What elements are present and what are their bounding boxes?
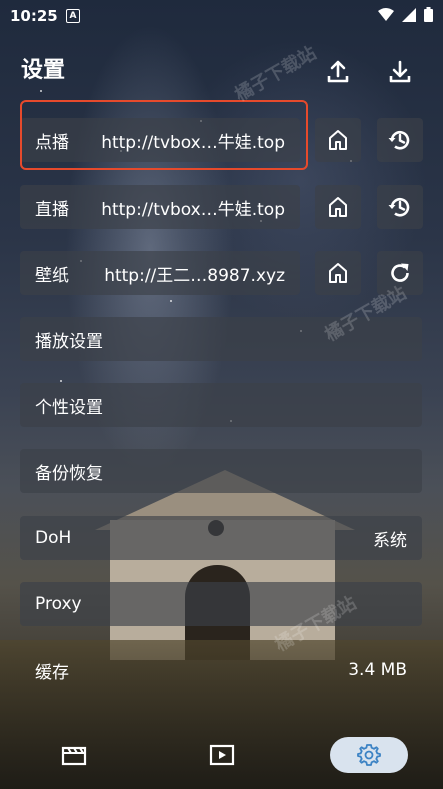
battery-icon [424, 7, 433, 22]
doh-label: DoH [35, 528, 72, 548]
doh-value: 系统 [373, 530, 407, 551]
backup-restore-item[interactable]: 备份恢复 [20, 449, 422, 493]
vod-highlight-outline [20, 100, 308, 170]
status-time: 10:25 [10, 7, 58, 25]
live-history-button[interactable] [377, 185, 423, 229]
proxy-item[interactable]: Proxy [20, 582, 422, 626]
proxy-label: Proxy [35, 594, 82, 614]
status-bar: 10:25 A [0, 0, 443, 32]
history-icon [388, 198, 410, 217]
vod-home-button[interactable] [315, 118, 361, 162]
cache-value: 3.4 MB [348, 660, 407, 680]
live-source-field[interactable]: 直播 http://tvbox…牛娃.top [20, 185, 300, 229]
wallpaper-url: http://王二…8987.xyz [104, 265, 285, 286]
doh-item[interactable]: DoH 系统 [20, 516, 422, 560]
wallpaper-source-field[interactable]: 壁纸 http://王二…8987.xyz [20, 251, 300, 295]
history-icon [388, 131, 410, 150]
download-icon[interactable] [386, 58, 414, 86]
home-icon [329, 197, 347, 217]
home-icon [329, 263, 347, 283]
personal-settings-item[interactable]: 个性设置 [20, 383, 422, 427]
signal-icon [402, 7, 416, 22]
nav-settings[interactable] [330, 737, 408, 773]
live-label: 直播 [35, 199, 69, 220]
wallpaper-label: 壁纸 [35, 265, 69, 286]
nav-live[interactable] [183, 737, 261, 773]
live-url: http://tvbox…牛娃.top [101, 199, 285, 220]
cache-label: 缓存 [35, 662, 69, 683]
wifi-icon [378, 7, 394, 21]
play-box-icon [209, 744, 235, 766]
cache-item[interactable]: 缓存 3.4 MB [20, 648, 422, 692]
watermark: 橘子下载站 [231, 42, 320, 106]
live-home-button[interactable] [315, 185, 361, 229]
gear-icon [357, 744, 381, 766]
vod-history-button[interactable] [377, 118, 423, 162]
nav-vod[interactable] [35, 737, 113, 773]
home-icon [329, 130, 347, 150]
playback-settings-label: 播放设置 [35, 331, 103, 352]
wallpaper-home-button[interactable] [315, 251, 361, 295]
notification-a-icon: A [66, 9, 80, 23]
upload-icon[interactable] [324, 58, 352, 86]
backup-restore-label: 备份恢复 [35, 463, 103, 484]
movie-clapper-icon [61, 746, 87, 766]
bottom-navigation [0, 725, 443, 785]
personal-settings-label: 个性设置 [35, 397, 103, 418]
page-title: 设置 [21, 58, 66, 83]
